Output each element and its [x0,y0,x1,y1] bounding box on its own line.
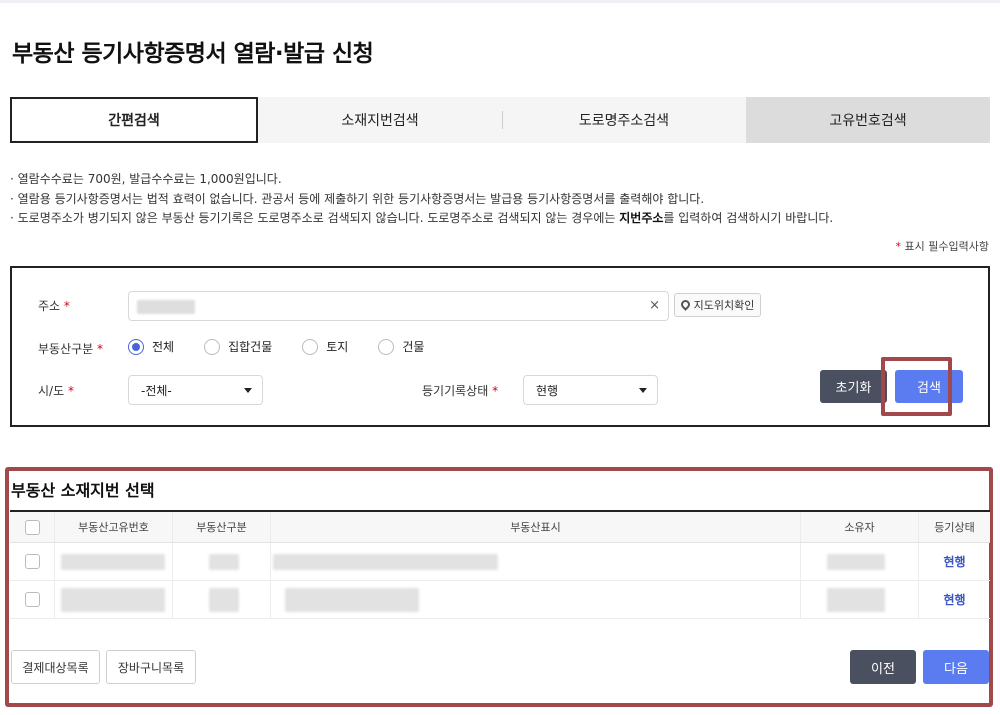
redacted-owner [827,588,885,612]
col-property-description: 부동산표시 [271,512,801,542]
tab-lot-number-search[interactable]: 소재지번검색 [258,97,502,143]
reset-button[interactable]: 초기화 [820,370,887,403]
radio-building[interactable]: 건물 [378,338,424,355]
col-property-type: 부동산구분 [173,512,271,542]
notice-list: 열람수수료는 700원, 발급수수료는 1,000원입니다. 열람용 등기사항증… [10,170,834,229]
radio-unchecked-icon [378,338,395,355]
required-field-note: * 표시 필수입력사항 [895,240,989,253]
sido-label: 시/도 * [38,384,74,398]
radio-unchecked-icon [204,338,221,355]
payment-list-button[interactable]: 결제대상목록 [11,650,100,684]
property-type-radio-group: 전체 집합건물 토지 건물 [128,338,454,355]
tab-road-address-search[interactable]: 도로명주소검색 [502,97,746,143]
notice-legal-effect: 열람용 등기사항증명서는 법적 효력이 없습니다. 관공서 등에 제출하기 위한… [10,190,833,210]
radio-unchecked-icon [302,338,319,355]
row-checkbox[interactable] [24,592,40,607]
map-location-button[interactable]: 지도위치확인 [674,293,761,317]
radio-land[interactable]: 토지 [302,338,348,355]
results-title: 부동산 소재지번 선택 [11,481,155,500]
redacted-owner [827,554,885,570]
results-table: 부동산고유번호 부동산구분 부동산표시 소유자 등기상태 현행 현행 [10,510,990,619]
radio-collective-building[interactable]: 집합건물 [204,338,272,355]
notice-fee: 열람수수료는 700원, 발급수수료는 1,000원입니다. [10,170,833,190]
search-button[interactable]: 검색 [895,370,963,403]
table-header: 부동산고유번호 부동산구분 부동산표시 소유자 등기상태 [10,510,990,543]
cart-list-button[interactable]: 장바구니목록 [106,650,196,684]
radio-all[interactable]: 전체 [128,338,174,355]
address-input[interactable]: × [128,291,669,321]
prev-button[interactable]: 이전 [850,650,916,684]
tab-simple-search[interactable]: 간편검색 [10,97,258,143]
clear-icon[interactable]: × [649,298,660,313]
address-label: 주소 * [38,299,70,313]
registry-status-link[interactable]: 현행 [943,553,965,570]
row-checkbox[interactable] [24,554,40,569]
redacted-unique-number [61,588,165,612]
tab-unique-number-search[interactable]: 고유번호검색 [746,97,990,143]
notice-lot-address-bold: 지번주소 [619,211,664,225]
notice-road-address: 도로명주소가 병기되지 않은 부동산 등기기록은 도로명주소로 검색되지 않습니… [10,209,834,229]
page-title: 부동산 등기사항증명서 열람·발급 신청 [12,41,374,67]
record-status-label: 등기기록상태 * [422,384,499,398]
property-type-label: 부동산구분 * [38,342,104,356]
dropdown-caret-icon [639,388,647,393]
top-border-line [0,0,1000,3]
sido-select[interactable]: -전체- [128,375,263,405]
col-unique-number: 부동산고유번호 [55,512,173,542]
table-row[interactable]: 현행 [10,543,990,581]
address-input-value-redacted [137,300,195,314]
redacted-property-description [273,554,498,570]
search-form: 주소 * × 지도위치확인 부동산구분 * 전체 집합건물 토지 건물 시/도 … [10,266,990,427]
redacted-property-description [285,588,419,612]
location-pin-icon [681,300,690,311]
next-button[interactable]: 다음 [923,650,989,684]
select-all-checkbox[interactable] [24,519,40,535]
registry-status-link[interactable]: 현행 [943,591,965,608]
dropdown-caret-icon [244,388,252,393]
redacted-property-type [209,588,239,612]
col-registry-status: 등기상태 [934,521,975,534]
record-status-select[interactable]: 현행 [523,375,658,405]
radio-checked-icon [128,338,144,355]
redacted-unique-number [61,554,165,570]
search-tabs: 간편검색 소재지번검색 도로명주소검색 고유번호검색 [10,97,990,143]
redacted-property-type [209,554,239,570]
col-owner: 소유자 [801,512,919,542]
table-row[interactable]: 현행 [10,581,990,619]
